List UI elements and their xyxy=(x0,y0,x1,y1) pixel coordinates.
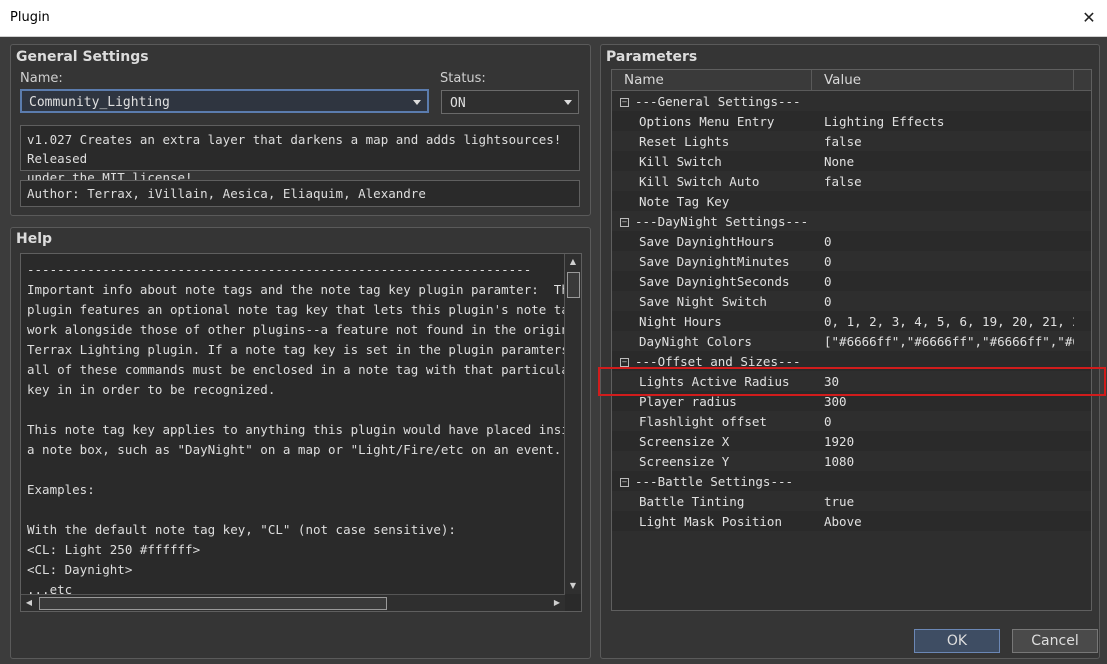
collapse-icon[interactable]: − xyxy=(620,98,629,107)
name-label: Name: xyxy=(20,71,63,86)
category-label: ---DayNight Settings--- xyxy=(635,214,809,229)
chevron-down-icon xyxy=(413,100,421,105)
table-row[interactable]: Battle Tinting true xyxy=(612,491,1091,511)
table-row[interactable]: Note Tag Key xyxy=(612,191,1091,211)
collapse-icon[interactable]: − xyxy=(620,218,629,227)
parameter-name: Screensize X xyxy=(639,434,730,449)
scroll-thumb-horizontal[interactable] xyxy=(39,597,387,610)
column-header-value[interactable]: Value xyxy=(824,72,861,88)
ok-button[interactable]: OK xyxy=(914,629,1000,653)
parameter-name: Night Hours xyxy=(639,314,722,329)
category-row[interactable]: − ---Battle Settings--- xyxy=(612,471,1091,491)
status-select[interactable]: ON xyxy=(441,90,579,114)
parameter-name: Light Mask Position xyxy=(639,514,782,529)
category-label: ---General Settings--- xyxy=(635,94,801,109)
help-vertical-scrollbar[interactable]: ▲ ▼ xyxy=(564,254,581,594)
parameter-value: None xyxy=(824,154,855,169)
parameter-name: Kill Switch Auto xyxy=(639,174,760,189)
help-text: ----------------------------------------… xyxy=(27,262,582,597)
parameter-value: Lighting Effects xyxy=(824,114,945,129)
title-bar: Plugin ✕ xyxy=(0,0,1107,37)
chevron-down-icon xyxy=(564,100,572,105)
parameters-table: Name Value − ---General Settings--- Option… xyxy=(611,69,1092,611)
scroll-thumb[interactable] xyxy=(567,272,580,298)
parameter-name: Screensize Y xyxy=(639,454,730,469)
table-row[interactable]: Flashlight offset 0 xyxy=(612,411,1091,431)
parameter-name: − ---DayNight Settings--- xyxy=(620,214,808,229)
parameter-value: 0 xyxy=(824,414,832,429)
parameter-value: 0 xyxy=(824,294,832,309)
parameter-value: 0 xyxy=(824,254,832,269)
parameter-value: ["#6666ff","#6666ff","#6666ff","#6… xyxy=(824,334,1074,349)
category-label: ---Battle Settings--- xyxy=(635,474,794,489)
parameter-name: Save DaynightHours xyxy=(639,234,775,249)
collapse-icon[interactable]: − xyxy=(620,478,629,487)
parameter-value: 0 xyxy=(824,274,832,289)
general-settings-title: General Settings xyxy=(16,49,149,65)
parameter-value: 1920 xyxy=(824,434,855,449)
table-header: Name Value xyxy=(612,70,1091,91)
status-select-value: ON xyxy=(450,96,466,111)
scroll-up-icon[interactable]: ▲ xyxy=(565,254,581,270)
parameter-name: Player radius xyxy=(639,394,737,409)
parameter-value: 300 xyxy=(824,394,847,409)
parameter-value: 0, 1, 2, 3, 4, 5, 6, 19, 20, 21, 2… xyxy=(824,314,1074,329)
table-row[interactable]: Light Mask Position Above xyxy=(612,511,1091,531)
parameter-name: Save Night Switch xyxy=(639,294,767,309)
parameters-title: Parameters xyxy=(606,49,698,65)
scroll-left-icon[interactable]: ◀ xyxy=(21,595,37,611)
category-row[interactable]: − ---General Settings--- xyxy=(612,91,1091,111)
parameter-value: 0 xyxy=(824,234,832,249)
table-row[interactable]: Save Night Switch 0 xyxy=(612,291,1091,311)
category-row[interactable]: − ---DayNight Settings--- xyxy=(612,211,1091,231)
scroll-right-icon[interactable]: ▶ xyxy=(549,595,565,611)
table-row[interactable]: Night Hours 0, 1, 2, 3, 4, 5, 6, 19, 20, … xyxy=(612,311,1091,331)
help-text-area[interactable]: ----------------------------------------… xyxy=(20,253,582,612)
close-icon[interactable]: ✕ xyxy=(1077,6,1101,30)
table-row[interactable]: Kill Switch None xyxy=(612,151,1091,171)
table-row[interactable]: Reset Lights false xyxy=(612,131,1091,151)
table-row[interactable]: Save DaynightMinutes 0 xyxy=(612,251,1091,271)
parameter-name: − ---General Settings--- xyxy=(620,94,801,109)
parameter-name: Save DaynightSeconds xyxy=(639,274,790,289)
cancel-button[interactable]: Cancel xyxy=(1012,629,1098,653)
parameter-value: true xyxy=(824,494,855,509)
parameter-value: 1080 xyxy=(824,454,855,469)
table-row[interactable]: Screensize Y 1080 xyxy=(612,451,1091,471)
parameter-name: Note Tag Key xyxy=(639,194,730,209)
table-row[interactable]: Save DaynightHours 0 xyxy=(612,231,1091,251)
description-field[interactable]: v1.027 Creates an extra layer that darke… xyxy=(20,125,580,185)
parameter-name: Options Menu Entry xyxy=(639,114,775,129)
parameter-name: Kill Switch xyxy=(639,154,722,169)
table-row[interactable]: DayNight Colors ["#6666ff","#6666ff","#66… xyxy=(612,331,1091,351)
help-title: Help xyxy=(16,231,53,247)
parameter-name: Flashlight offset xyxy=(639,414,767,429)
status-label: Status: xyxy=(440,71,486,86)
parameter-name: Battle Tinting xyxy=(639,494,745,509)
parameter-name: DayNight Colors xyxy=(639,334,752,349)
highlight-box xyxy=(598,367,1106,396)
plugin-dialog: General Settings Name: Status: Community… xyxy=(0,37,1107,664)
column-header-name[interactable]: Name xyxy=(624,72,664,88)
help-horizontal-scrollbar[interactable]: ◀ ▶ xyxy=(21,594,565,611)
name-select[interactable]: Community_Lighting xyxy=(20,89,429,113)
name-select-value: Community_Lighting xyxy=(29,95,170,110)
parameter-name: Save DaynightMinutes xyxy=(639,254,790,269)
parameter-name: − ---Battle Settings--- xyxy=(620,474,793,489)
table-row[interactable]: Options Menu Entry Lighting Effects xyxy=(612,111,1091,131)
table-row[interactable]: Screensize X 1920 xyxy=(612,431,1091,451)
table-row[interactable]: Save DaynightSeconds 0 xyxy=(612,271,1091,291)
parameter-value: false xyxy=(824,134,862,149)
window-title: Plugin xyxy=(10,10,50,25)
parameter-value: false xyxy=(824,174,862,189)
table-row[interactable]: Kill Switch Auto false xyxy=(612,171,1091,191)
scroll-down-icon[interactable]: ▼ xyxy=(565,578,581,594)
parameter-value: Above xyxy=(824,514,862,529)
collapse-icon[interactable]: − xyxy=(620,358,629,367)
author-field[interactable]: Author: Terrax, iVillain, Aesica, Eliaqu… xyxy=(20,180,580,207)
parameter-name: Reset Lights xyxy=(639,134,730,149)
